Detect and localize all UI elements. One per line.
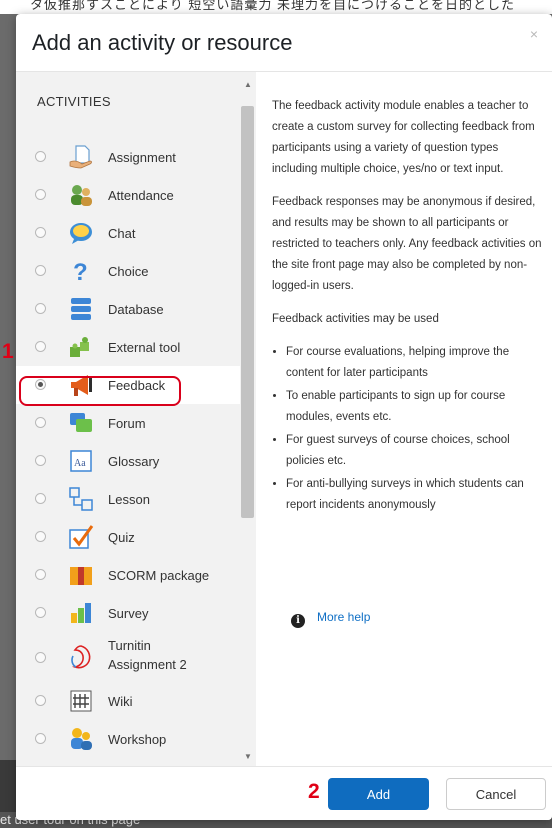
description-bullet: For guest surveys of course choices, sch…	[286, 430, 544, 472]
option-label-line2: Assignment 2	[108, 657, 187, 672]
option-choice[interactable]: ? Choice	[16, 252, 256, 290]
option-label: SCORM package	[108, 568, 210, 583]
forum-icon	[70, 413, 92, 432]
description-paragraph: The feedback activity module enables a t…	[272, 100, 535, 175]
option-label: Chat	[108, 226, 136, 241]
more-help-link[interactable]: More help	[317, 610, 370, 624]
quiz-icon	[69, 525, 94, 549]
choice-icon: ?	[73, 259, 88, 284]
activity-option-list: ACTIVITIES Assignment Attendance Chat ? …	[16, 72, 256, 766]
option-radio[interactable]	[35, 531, 46, 542]
option-label: Survey	[108, 606, 149, 621]
option-attendance[interactable]: Attendance	[16, 176, 256, 214]
option-label: Workshop	[108, 732, 167, 747]
description-bullet: To enable participants to sign up for co…	[286, 386, 544, 428]
description-bullet: For anti-bullying surveys in which stude…	[286, 474, 544, 516]
option-glossary[interactable]: Aa Glossary	[16, 442, 256, 480]
external-tool-icon	[70, 337, 89, 357]
info-icon: i	[291, 614, 305, 628]
close-icon[interactable]: ×	[530, 26, 538, 42]
option-label: Wiki	[108, 694, 133, 709]
option-radio[interactable]	[35, 265, 46, 276]
option-turnitin-assignment-2[interactable]: Turnitin Assignment 2	[16, 632, 256, 682]
option-radio[interactable]	[35, 151, 46, 162]
add-button[interactable]: Add	[328, 778, 429, 810]
option-external-tool[interactable]: External tool	[16, 328, 256, 366]
assignment-icon	[69, 145, 92, 169]
survey-icon	[71, 603, 91, 623]
option-label: Glossary	[108, 454, 160, 469]
option-label: Attendance	[108, 188, 174, 203]
list-scrollbar-thumb[interactable]	[241, 106, 254, 518]
glossary-icon: Aa	[70, 450, 92, 472]
step-2-annotation: 2	[308, 780, 320, 803]
cancel-button[interactable]: Cancel	[446, 778, 546, 810]
svg-text:Aa: Aa	[74, 458, 86, 469]
option-label: Database	[108, 302, 164, 317]
option-chat[interactable]: Chat	[16, 214, 256, 252]
wiki-icon	[70, 690, 92, 712]
step-1-annotation: 1	[2, 340, 14, 363]
option-database[interactable]: Database	[16, 290, 256, 328]
more-help: i More help	[291, 610, 370, 628]
activity-description: The feedback activity module enables a t…	[272, 96, 544, 518]
option-radio[interactable]	[35, 652, 46, 663]
option-label: Turnitin	[108, 638, 151, 653]
workshop-icon	[71, 728, 92, 750]
attendance-icon	[71, 185, 92, 206]
option-radio[interactable]	[35, 417, 46, 428]
option-radio[interactable]	[35, 341, 46, 352]
option-quiz[interactable]: Quiz	[16, 518, 256, 556]
scroll-up-arrow-icon[interactable]: ▲	[244, 80, 252, 89]
modal-title: Add an activity or resource	[32, 30, 293, 55]
section-heading: ACTIVITIES	[37, 94, 111, 109]
option-label: External tool	[108, 340, 181, 355]
option-radio[interactable]	[35, 455, 46, 466]
option-radio[interactable]	[35, 733, 46, 744]
option-radio[interactable]	[35, 189, 46, 200]
option-workshop[interactable]: Workshop	[16, 720, 256, 758]
description-bullet: For course evaluations, helping improve …	[286, 342, 544, 384]
option-label: Assignment	[108, 150, 176, 165]
option-radio[interactable]	[35, 493, 46, 504]
option-radio[interactable]	[35, 227, 46, 238]
option-radio[interactable]	[35, 607, 46, 618]
option-label: Quiz	[108, 530, 135, 545]
chat-icon	[70, 223, 92, 244]
database-icon	[71, 298, 91, 320]
scroll-down-arrow-icon[interactable]: ▼	[244, 752, 252, 761]
option-radio[interactable]	[35, 569, 46, 580]
lesson-icon	[69, 487, 93, 511]
description-bullets: For course evaluations, helping improve …	[272, 342, 544, 516]
scorm-icon	[70, 567, 92, 585]
option-forum[interactable]: Forum	[16, 404, 256, 442]
option-radio[interactable]	[35, 303, 46, 314]
option-wiki[interactable]: Wiki	[16, 682, 256, 720]
option-survey[interactable]: Survey	[16, 594, 256, 632]
modal-footer: Add Cancel	[16, 766, 552, 820]
background-page-text: タ仮推那すスことにより 短空い語彙力 未理力を自につけることを日的とした	[0, 0, 552, 14]
option-label: Lesson	[108, 492, 150, 507]
option-scorm-package[interactable]: SCORM package	[16, 556, 256, 594]
svg-text:?: ?	[73, 259, 88, 284]
turnitin-icon	[71, 645, 91, 669]
feedback-highlight-annotation	[19, 376, 181, 406]
option-label: Choice	[108, 264, 149, 279]
description-paragraph: Feedback activities may be used	[272, 313, 439, 325]
description-paragraph: Feedback responses may be anonymous if d…	[272, 196, 542, 292]
add-activity-modal: Add an activity or resource × ACTIVITIES…	[16, 14, 552, 820]
option-lesson[interactable]: Lesson	[16, 480, 256, 518]
option-assignment[interactable]: Assignment	[16, 138, 256, 176]
modal-header: Add an activity or resource ×	[16, 14, 552, 72]
option-label: Forum	[108, 416, 146, 431]
option-radio[interactable]	[35, 695, 46, 706]
